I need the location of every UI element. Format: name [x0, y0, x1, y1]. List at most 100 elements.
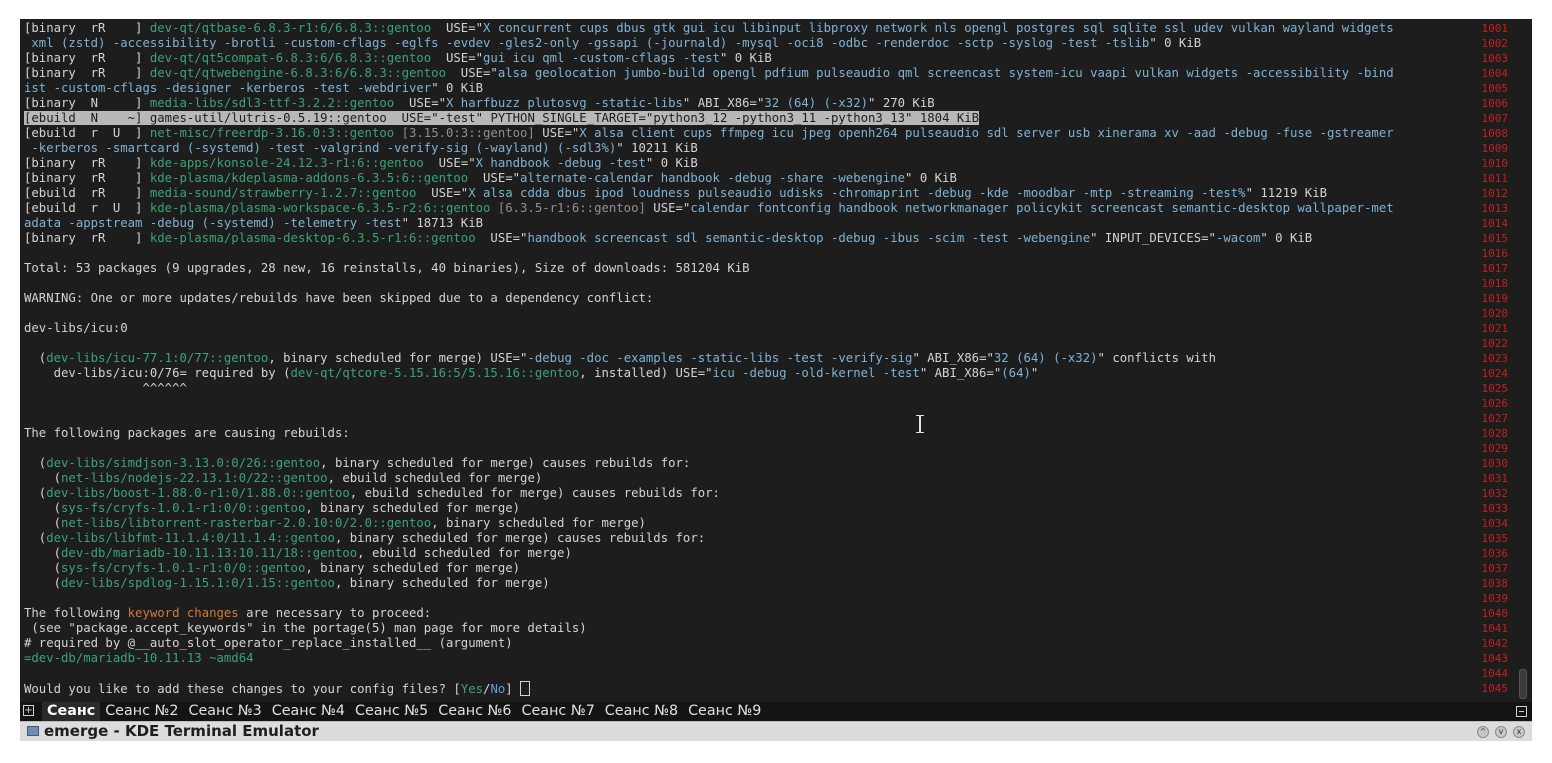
tab-session-3[interactable]: Сеанс №3 — [183, 702, 266, 721]
terminal-text: dev-qt/qtwebengine-6.8.3:6/6.8.3::gentoo — [149, 66, 446, 80]
line-number: 1039 — [1481, 592, 1509, 605]
terminal-text: [binary rR ] — [24, 156, 150, 170]
terminal-text: " ABI_X86=" — [912, 351, 994, 365]
line-number: 1032 — [1481, 487, 1509, 500]
scrollbar-thumb[interactable] — [1519, 669, 1527, 699]
terminal-text: ( — [24, 516, 62, 530]
terminal-text: dev-qt/qt5compat-6.8.3:6/6.8.3::gentoo — [149, 51, 432, 65]
terminal-line: [ebuild r U ] net-misc/freerdp-3.16.0:3:… — [24, 126, 1470, 141]
terminal-line: [binary rR ] kde-apps/konsole-24.12.3-r1… — [24, 156, 1470, 171]
terminal-text: -kerberos -smartcard (-systemd) -test -v… — [24, 141, 617, 155]
terminal-text: kde-plasma/kdeplasma-addons-6.3.5:6::gen… — [149, 171, 469, 185]
tab-session-9[interactable]: Сеанс №9 — [683, 702, 766, 721]
terminal-line: [ebuild N ~] games-util/lutris-0.5.19::g… — [24, 111, 1470, 126]
terminal-text: X alsa cdda dbus ipod loudness pulseaudi… — [468, 186, 1246, 200]
terminal-text: , binary scheduled for merge) — [305, 501, 521, 515]
terminal-text: " ABI_X86=" — [682, 96, 765, 110]
terminal-text: net-libs/libtorrent-rasterbar-2.0.10:0/2… — [61, 516, 432, 530]
terminal-line: [binary rR ] dev-qt/qtwebengine-6.8.3:6/… — [24, 66, 1470, 81]
line-number: 1013 — [1481, 202, 1509, 215]
terminal-text: net-misc/freerdp-3.16.0:3::gentoo — [149, 126, 395, 140]
terminal-text: " 18713 KiB — [401, 216, 484, 230]
tab-session-6[interactable]: Сеанс №6 — [433, 702, 516, 721]
line-number-gutter: 1001 1002 1003 1004 1005 1006 1007 1008 1009 1010… — [1468, 21, 1509, 696]
terminal-text: USE=" — [423, 156, 476, 170]
terminal-line: Would you like to add these changes to y… — [24, 681, 1470, 696]
terminal-text: " 0 KiB — [1149, 36, 1202, 50]
line-number: 1026 — [1481, 397, 1509, 410]
line-number: 1010 — [1481, 157, 1509, 170]
line-number: 1037 — [1481, 562, 1509, 575]
terminal-text: dev-qt/qtcore-5.15.16:5/5.15.16::gentoo — [290, 366, 580, 380]
terminal-line: dev-libs/icu:0 — [24, 321, 1470, 336]
terminal-text: media-libs/sdl3-ttf-3.2.2::gentoo — [149, 96, 395, 110]
terminal-text: USE=" — [475, 231, 528, 245]
line-number: 1029 — [1481, 442, 1509, 455]
line-number: 1021 — [1481, 322, 1509, 335]
tab-session-7[interactable]: Сеанс №7 — [517, 702, 600, 721]
terminal-text: , binary scheduled for merge) USE=" — [268, 351, 528, 365]
terminal-view[interactable]: [binary rR ] dev-qt/qtbase-6.8.3-r1:6/6.… — [20, 19, 1532, 702]
line-number: 1020 — [1481, 307, 1509, 320]
terminal-line: [binary rR ] kde-plasma/plasma-desktop-6… — [24, 231, 1470, 246]
terminal-text: , binary scheduled for merge) — [334, 576, 550, 590]
terminal-line: Total: 53 packages (9 upgrades, 28 new, … — [24, 261, 1470, 276]
line-number: 1043 — [1481, 652, 1509, 665]
tab-session-2[interactable]: Сеанс №2 — [100, 702, 183, 721]
terminal-text: " 0 KiB — [431, 81, 484, 95]
line-number: 1027 — [1481, 412, 1509, 425]
terminal-line: (dev-libs/boost-1.88.0-r1:0/1.88.0::gent… — [24, 486, 1470, 501]
terminal-text: " 0 KiB — [645, 156, 698, 170]
terminal-text: , ebuild scheduled for merge) — [327, 471, 543, 485]
terminal-text: USE=" — [416, 186, 469, 200]
line-number: 1022 — [1481, 337, 1509, 350]
terminal-app-icon[interactable] — [27, 726, 39, 736]
scrollbar[interactable] — [1518, 19, 1528, 702]
terminal-text: USE=" — [431, 51, 484, 65]
session-tabs: Сеанс Сеанс №2 Сеанс №3 Сеанс №4 Сеанс №5 Сеа… — [42, 702, 766, 721]
line-number: 1031 — [1481, 472, 1509, 485]
line-number: 1002 — [1481, 37, 1509, 50]
line-number: 1008 — [1481, 127, 1509, 140]
terminal-text: " 1804 KiB — [905, 111, 980, 125]
window-title: emerge - KDE Terminal Emulator — [44, 722, 319, 740]
terminal-text: =dev-db/mariadb-10.11.13 ~amd64 — [24, 651, 254, 665]
title-bar: emerge - KDE Terminal Emulator ^ v x — [20, 721, 1532, 741]
line-number: 1045 — [1481, 682, 1509, 695]
terminal-line: The following keyword changes are necess… — [24, 606, 1470, 621]
terminal-output[interactable]: [binary rR ] dev-qt/qtbase-6.8.3-r1:6/6.… — [24, 21, 1470, 696]
terminal-text: dev-libs/icu:0/76= required by ( — [24, 366, 291, 380]
terminal-text: WARNING: One or more updates/rebuilds ha… — [24, 291, 654, 305]
terminal-text: dev-libs/icu-77.1:0/77::gentoo — [46, 351, 269, 365]
new-tab-icon[interactable]: + — [23, 705, 34, 716]
close-tab-icon[interactable] — [1516, 706, 1527, 717]
close-window-icon[interactable]: x — [1513, 726, 1525, 738]
text-cursor-icon — [916, 415, 924, 433]
terminal-line: (dev-libs/icu-77.1:0/77::gentoo, binary … — [24, 351, 1470, 366]
terminal-text: -wacom — [1215, 231, 1261, 245]
terminal-text: # required by @__auto_slot_operator_repl… — [24, 636, 513, 650]
keep-above-icon[interactable]: ^ — [1477, 726, 1489, 738]
minimize-icon[interactable]: v — [1495, 726, 1507, 738]
terminal-text: " conflicts with — [1097, 351, 1216, 365]
terminal-line: (sys-fs/cryfs-1.0.1-r1:0/0::gentoo, bina… — [24, 561, 1470, 576]
tab-session-5[interactable]: Сеанс №5 — [350, 702, 433, 721]
terminal-line: [ebuild rR ] media-sound/strawberry-1.2.… — [24, 186, 1470, 201]
terminal-text: ( — [24, 576, 62, 590]
terminal-text: " ABI_X86=" — [919, 366, 1002, 380]
terminal-text: , binary scheduled for merge) causes reb… — [334, 531, 706, 545]
terminal-text: X concurrent cups dbus gtk gui icu libin… — [483, 21, 1394, 35]
terminal-line: [ebuild r U ] kde-plasma/plasma-workspac… — [24, 201, 1470, 216]
terminal-text: X harfbuzz plutosvg -static-libs — [446, 96, 683, 110]
tab-session-1[interactable]: Сеанс — [42, 702, 101, 721]
terminal-text: [ebuild r U ] — [24, 126, 150, 140]
tab-session-8[interactable]: Сеанс №8 — [600, 702, 683, 721]
terminal-text: calendar fontconfig handbook networkmana… — [690, 201, 1394, 215]
terminal-line: [binary rR ] kde-plasma/kdeplasma-addons… — [24, 171, 1470, 186]
terminal-text: media-sound/strawberry-1.2.7::gentoo — [149, 186, 417, 200]
tab-session-4[interactable]: Сеанс №4 — [267, 702, 350, 721]
